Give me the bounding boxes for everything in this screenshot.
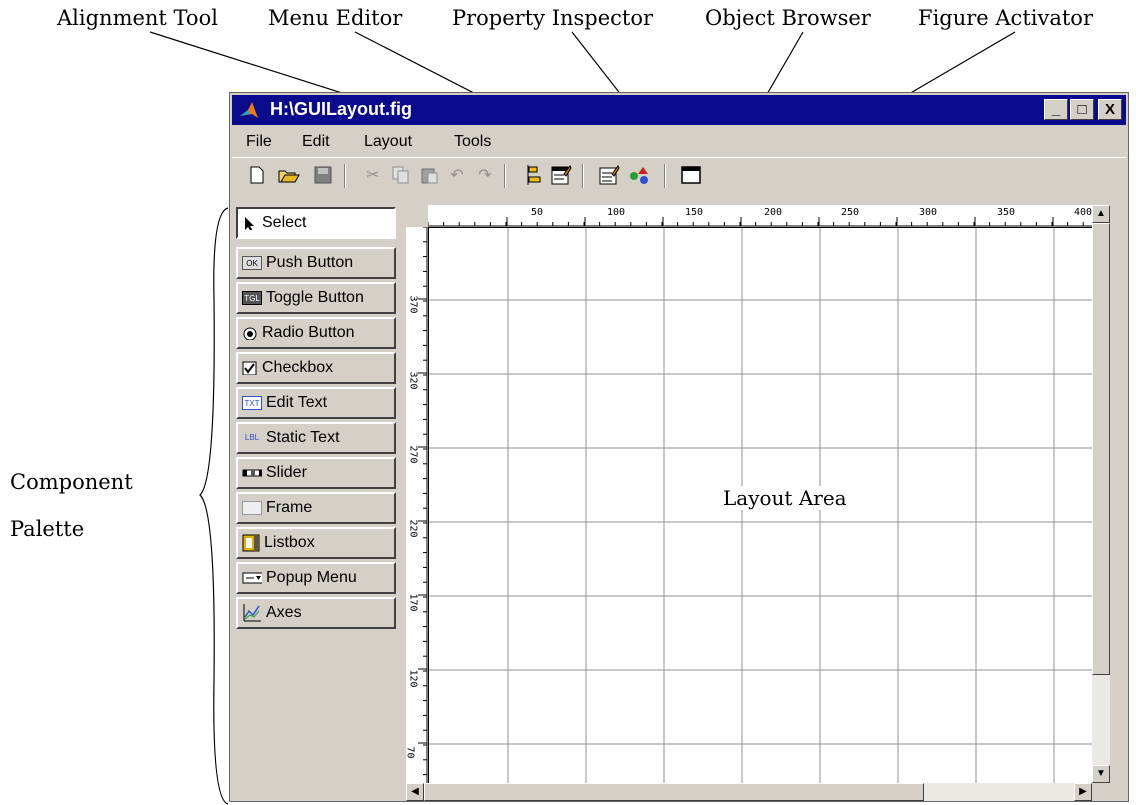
static-text-icon: LBL (244, 433, 260, 442)
vertical-ruler: 370 320 270 220 170 120 70 (404, 227, 428, 783)
guide-window: H:\GUILayout.fig _ □ X File Edit Layout … (229, 92, 1129, 802)
palette-label: Popup Menu (266, 569, 357, 586)
palette-slider[interactable]: Slider (236, 457, 396, 489)
layout-area[interactable]: 50 100 150 200 250 300 350 400 370 320 2… (404, 205, 1110, 801)
toolbar-separator (504, 164, 506, 188)
menu-bar: File Edit Layout Tools (232, 129, 1126, 155)
window-title: H:\GUILayout.fig (270, 99, 412, 119)
palette-listbox[interactable]: Listbox (236, 527, 396, 559)
close-button[interactable]: X (1098, 99, 1122, 120)
menu-layout[interactable]: Layout (364, 133, 412, 151)
palette-checkbox[interactable]: Checkbox (236, 352, 396, 384)
palette-axes[interactable]: Axes (236, 597, 396, 629)
ruler-label: 400 (1074, 207, 1093, 218)
axes-icon (243, 604, 261, 622)
ruler-label: 320 (407, 371, 419, 390)
scroll-down-arrow-icon[interactable]: ▼ (1092, 765, 1110, 783)
vertical-scroll-track[interactable] (1092, 675, 1110, 765)
palette-static-text[interactable]: LBL Static Text (236, 422, 396, 454)
property-inspector-icon[interactable] (598, 164, 620, 186)
ruler-label: 50 (531, 207, 544, 218)
layout-grid[interactable]: Layout Area (428, 227, 1093, 784)
palette-label: Listbox (264, 534, 315, 551)
palette-push-button[interactable]: OK Push Button (236, 247, 396, 279)
push-button-icon: OK (242, 256, 262, 270)
undo-icon[interactable]: ↶ (446, 164, 468, 186)
scroll-right-arrow-icon[interactable]: ▶ (1074, 783, 1092, 801)
save-icon[interactable] (312, 164, 334, 186)
palette-label: Edit Text (266, 394, 328, 411)
cut-icon[interactable]: ✂ (362, 164, 384, 186)
vertical-scroll-thumb[interactable] (1092, 223, 1110, 675)
menu-edit[interactable]: Edit (302, 133, 330, 151)
figure-activator-icon[interactable] (680, 164, 702, 186)
palette-label: Radio Button (262, 324, 355, 341)
palette-label: Toggle Button (266, 289, 364, 306)
palette-label: Checkbox (262, 359, 334, 376)
ruler-label: 100 (607, 207, 626, 218)
ruler-label: 250 (841, 207, 860, 218)
checkbox-icon (242, 361, 257, 375)
toolbar-separator (344, 164, 346, 188)
title-bar[interactable]: H:\GUILayout.fig _ □ X (232, 95, 1126, 125)
ruler-label: 150 (685, 207, 704, 218)
ruler-label: 200 (764, 207, 783, 218)
ruler-label: 120 (407, 669, 419, 688)
minimize-button[interactable]: _ (1044, 99, 1068, 120)
horizontal-ruler: 50 100 150 200 250 300 350 400 (428, 205, 1092, 227)
palette-label: Axes (266, 604, 302, 621)
palette-label: Frame (266, 499, 313, 516)
redo-icon[interactable]: ↷ (474, 164, 496, 186)
scroll-left-arrow-icon[interactable]: ◀ (406, 783, 424, 801)
alignment-tool-icon[interactable] (522, 164, 544, 186)
copy-icon[interactable] (390, 164, 412, 186)
ruler-label: 70 (404, 746, 416, 759)
palette-toggle-button[interactable]: TGL Toggle Button (236, 282, 396, 314)
ruler-label: 370 (407, 295, 419, 314)
paste-icon[interactable] (418, 164, 440, 186)
radio-button-icon (243, 327, 257, 340)
menu-editor-icon[interactable] (550, 164, 572, 186)
palette-label: Push Button (266, 254, 354, 271)
menu-tools[interactable]: Tools (454, 133, 491, 151)
vertical-scrollbar[interactable]: ▲ ▼ (1092, 205, 1110, 783)
toolbar: ✂ ↶ ↷ (232, 157, 1126, 190)
ruler-label: 220 (407, 519, 419, 538)
layout-area-label: Layout Area (719, 486, 851, 510)
listbox-icon (242, 534, 260, 552)
popup-menu-icon (242, 572, 262, 584)
new-file-icon[interactable] (246, 164, 268, 186)
palette-edit-text[interactable]: TXT Edit Text (236, 387, 396, 419)
horizontal-scroll-thumb[interactable] (424, 783, 924, 801)
arrow-cursor-icon (245, 217, 254, 230)
object-browser-icon[interactable] (628, 164, 650, 186)
edit-text-icon: TXT (242, 396, 262, 410)
toolbar-separator (664, 164, 666, 188)
open-folder-icon[interactable] (278, 164, 300, 186)
palette-label: Select (262, 214, 307, 231)
matlab-logo-icon (240, 102, 258, 118)
palette-radio-button[interactable]: Radio Button (236, 317, 396, 349)
toggle-button-icon: TGL (242, 291, 262, 305)
palette-popup-menu[interactable]: Popup Menu (236, 562, 396, 594)
horizontal-scroll-track[interactable] (924, 783, 1074, 801)
slider-icon (242, 469, 262, 477)
frame-icon (242, 501, 262, 515)
ruler-label: 170 (407, 593, 419, 612)
scroll-up-arrow-icon[interactable]: ▲ (1092, 205, 1110, 223)
toolbar-separator (582, 164, 584, 188)
menu-file[interactable]: File (246, 133, 272, 151)
palette-label: Static Text (266, 429, 340, 446)
horizontal-scrollbar[interactable]: ◀ ▶ (406, 783, 1092, 801)
palette-select[interactable]: Select (236, 207, 396, 239)
palette-label: Slider (266, 464, 307, 481)
ruler-label: 300 (919, 207, 938, 218)
maximize-button[interactable]: □ (1070, 99, 1094, 120)
ruler-label: 270 (407, 445, 419, 464)
palette-frame[interactable]: Frame (236, 492, 396, 524)
ruler-label: 350 (997, 207, 1016, 218)
